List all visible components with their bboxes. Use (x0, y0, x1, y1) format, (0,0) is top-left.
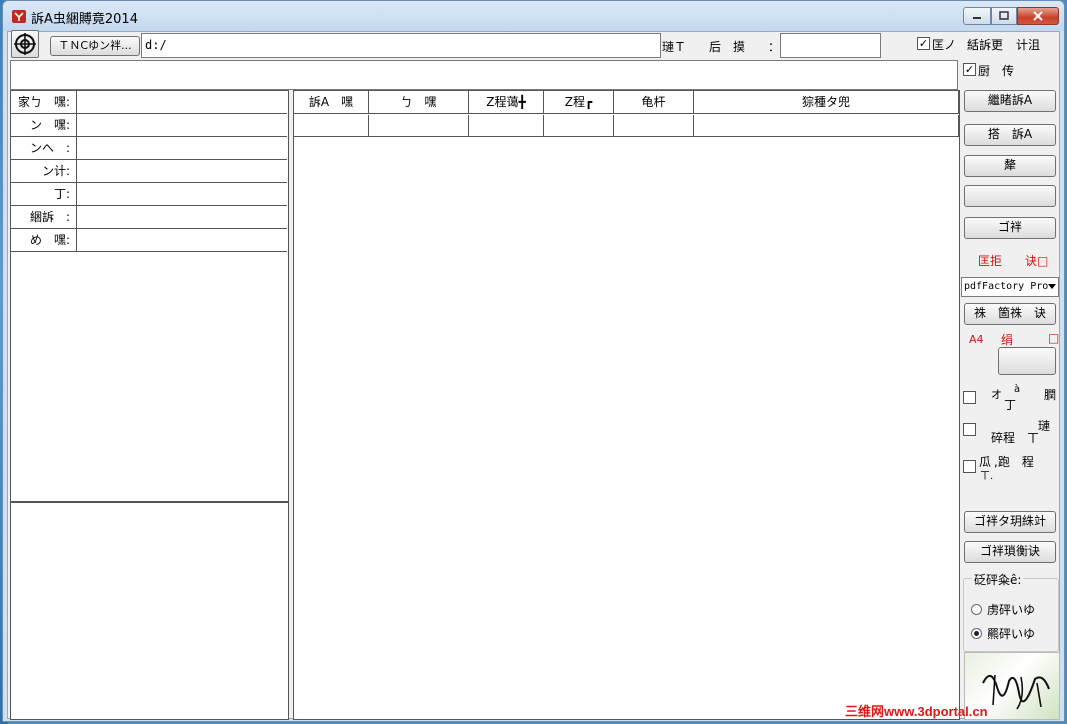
table-cell[interactable] (614, 115, 694, 137)
red-square-label: □ (1048, 331, 1060, 345)
target-icon-button[interactable] (11, 30, 39, 58)
field-label-1: 璉Ｔ (662, 40, 687, 54)
site-watermark: 三维网www.3dportal.cn (845, 704, 988, 719)
red-label-3: 绢 (1001, 333, 1014, 347)
table-cell[interactable] (469, 115, 544, 137)
property-row[interactable]: め 嘿: (11, 229, 287, 252)
crosshair-icon (14, 33, 36, 55)
radio-option-1[interactable] (971, 604, 982, 615)
close-button[interactable] (1017, 7, 1059, 25)
app-window: 訴A虫綑賻竟2014 ＴＮCゆン袢... d:/ 璉Ｔ 后 摸 ： ✓ 匡ノ 絬… (2, 0, 1065, 722)
property-label: 綑訴 : (11, 206, 77, 228)
table-header-cell[interactable]: Z程┏ (544, 91, 614, 114)
action-button-5[interactable]: ゴ袢 (964, 217, 1056, 239)
minimize-icon (973, 17, 981, 19)
property-row[interactable]: 綑訴 : (11, 206, 287, 229)
option-checkbox-5[interactable] (963, 460, 976, 473)
action-button-9[interactable]: ゴ袢瑣衡诀 (964, 541, 1056, 563)
action-button-3[interactable]: 犛 (964, 155, 1056, 177)
toolbar-link-2[interactable]: 计沮 (1016, 36, 1040, 53)
property-label: 丁: (11, 183, 77, 205)
option-5-part-b: ㄒ. (980, 471, 994, 482)
close-icon (1033, 11, 1043, 21)
field-colon: ： (768, 40, 781, 54)
property-label: ン 嘿: (11, 114, 77, 136)
component-table: 訴A 嘿ㄅ 嘿 Z程蔼╋ Z程┏ 龟杆 猔種タ兜 (293, 90, 960, 720)
path-input[interactable]: d:/ (141, 33, 661, 58)
toolbar-link-1[interactable]: 絬訴更 (967, 36, 1003, 53)
action-button-7[interactable] (998, 347, 1056, 375)
table-cell[interactable] (544, 115, 614, 137)
option-checkbox-1[interactable]: ✓ (917, 37, 930, 50)
table-header-cell[interactable]: 龟杆 (614, 91, 694, 114)
table-header-cell[interactable]: Z程蔼╋ (469, 91, 544, 114)
printer-select[interactable]: pdfFactory Pro (961, 277, 1059, 297)
table-header-cell[interactable]: ㄅ 嘿 (369, 91, 469, 114)
window-title: 訴A虫綑賻竟2014 (31, 12, 138, 27)
property-label: ン计: (11, 160, 77, 182)
preview-panel (10, 502, 289, 720)
red-label-2: 诀□ (1025, 254, 1049, 268)
option-3-part-c: à (1014, 384, 1021, 395)
printer-select-value: pdfFactory Pro (964, 281, 1049, 292)
select-target-button[interactable]: ＴＮCゆン袢... (50, 36, 140, 56)
client-area: ＴＮCゆン袢... d:/ 璉Ｔ 后 摸 ： ✓ 匡ノ 絬訴更 计沮 ✓ 厨 传… (7, 30, 1060, 720)
property-label: ンへ : (11, 137, 77, 159)
property-row[interactable]: ンへ : (11, 137, 287, 160)
table-header-cell[interactable]: 訴A 嘿 (294, 91, 369, 114)
property-row[interactable]: ン计: (11, 160, 287, 183)
title-bar[interactable]: 訴A虫綑賻竟2014 (3, 1, 1064, 31)
print-setup-button[interactable]: 祩 箇祩 诀 (964, 303, 1056, 325)
table-header-cell[interactable]: 猔種タ兜 (694, 91, 959, 114)
property-label: 家ㄅ 嘿: (11, 91, 77, 113)
field-label-2: 后 摸 (709, 40, 746, 54)
option-3-part-b: 丁 (1004, 398, 1017, 412)
option-4-part-a: 碎程 (991, 431, 1016, 445)
app-logo-icon (12, 10, 26, 23)
action-button-2[interactable]: 搭 訴A (964, 124, 1056, 146)
action-button-4[interactable] (964, 185, 1056, 207)
maximize-icon (999, 11, 1009, 20)
option-checkbox-2[interactable]: ✓ (963, 63, 976, 76)
paper-size-label: A4 (969, 333, 984, 346)
option-checkbox-4[interactable] (963, 423, 976, 436)
red-label-1: 匡拒 (978, 254, 1003, 268)
value-input[interactable] (780, 33, 881, 58)
maximize-button[interactable] (991, 7, 1017, 25)
option-5-part-c: ,跑 程 (994, 455, 1034, 469)
option-4-part-c: 璉 (1038, 419, 1051, 433)
radio-option-2-label: 羆砰いゆ (987, 627, 1036, 641)
option-3-part-a: オ (991, 388, 1002, 401)
property-grid: 家ㄅ 嘿: ン 嘿: ンへ : ン计: 丁: 綑訴 :め 嘿: (10, 90, 289, 502)
property-row[interactable]: 家ㄅ 嘿: (11, 91, 287, 114)
property-row[interactable]: 丁: (11, 183, 287, 206)
action-button-1[interactable]: 繼睹訴A (964, 90, 1056, 112)
minimize-button[interactable] (963, 7, 991, 25)
radio-option-1-label: 虏砰いゆ (987, 603, 1036, 617)
property-row[interactable]: ン 嘿: (11, 114, 287, 137)
radio-option-2[interactable] (971, 628, 982, 639)
property-label: め 嘿: (11, 229, 77, 251)
option-checkbox-1-label: 匡ノ (932, 38, 957, 52)
option-checkbox-2-label: 厨 传 (978, 64, 1015, 78)
option-group: 砭砰粂ê: 虏砰いゆ 羆砰いゆ (963, 571, 1059, 652)
info-bar (10, 60, 958, 90)
option-group-title: 砭砰粂ê: (972, 571, 1024, 588)
option-3-part-d: 膶 (1044, 388, 1057, 402)
option-checkbox-3[interactable] (963, 391, 976, 404)
action-button-8[interactable]: ゴ袢タ玥絑竍 (964, 511, 1056, 533)
table-cell[interactable] (294, 115, 369, 137)
table-cell[interactable] (369, 115, 469, 137)
chevron-down-icon (1048, 284, 1056, 289)
table-cell[interactable] (694, 115, 959, 137)
